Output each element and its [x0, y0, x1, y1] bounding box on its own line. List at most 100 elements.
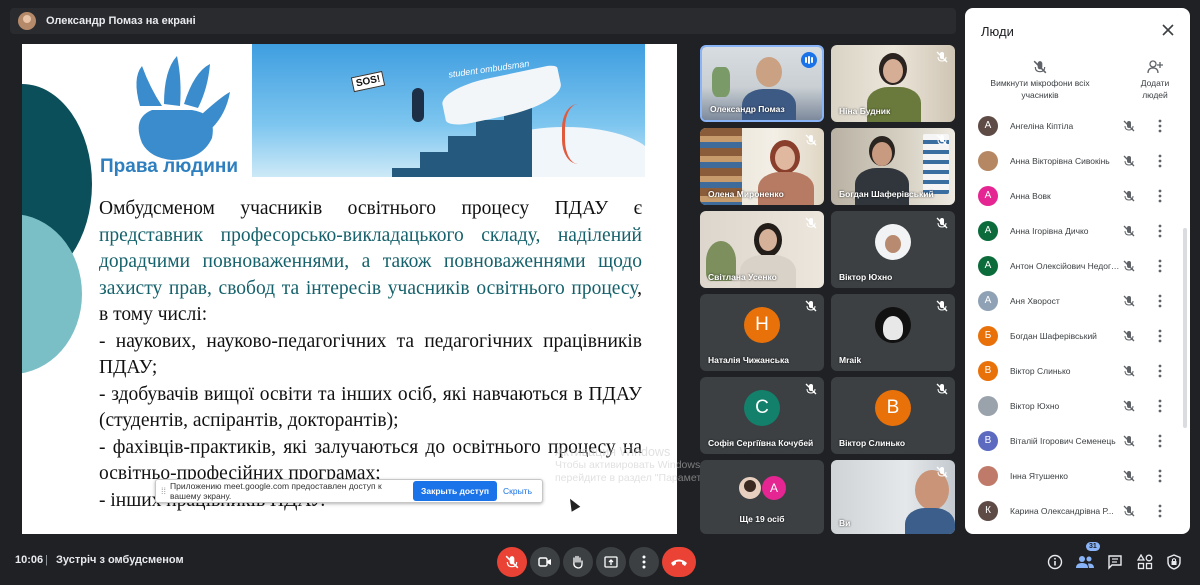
- stop-sharing-button[interactable]: Закрыть доступ: [413, 481, 497, 501]
- people-count-badge: 31: [1086, 542, 1100, 551]
- participant-list-item[interactable]: К Карина Олександрівна Р...: [965, 493, 1190, 528]
- more-vertical-icon[interactable]: [1155, 188, 1165, 204]
- participant-list-name: Віктор Юхно: [1010, 400, 1060, 411]
- meet-window: Олександр Помаз на екрані Права людини S…: [0, 0, 1200, 585]
- more-vertical-icon[interactable]: [1155, 468, 1165, 484]
- presenter-avatar: [18, 12, 36, 30]
- participant-list-item[interactable]: Анна Вікторівна Сивокінь: [965, 143, 1190, 178]
- participant-list-name: Ангеліна Кіптіла: [1010, 120, 1074, 131]
- participant-list-item[interactable]: А Анна Вовк: [965, 178, 1190, 213]
- scrollbar[interactable]: [1183, 228, 1187, 428]
- mic-off-icon: [805, 300, 817, 312]
- hand-icon: [573, 555, 583, 569]
- mic-off-icon: [1123, 155, 1135, 167]
- participant-list-item[interactable]: А Аня Хворост: [965, 283, 1190, 318]
- self-view-tile[interactable]: Ви: [831, 460, 955, 534]
- mic-off-icon: [1123, 505, 1135, 517]
- drag-handle-icon[interactable]: ⁞⁞: [156, 486, 166, 496]
- more-vertical-icon[interactable]: [1155, 118, 1165, 134]
- windows-activation-watermark: Активация Windows Чтобы активировать Win…: [555, 446, 721, 485]
- separator: |: [45, 554, 48, 566]
- presenter-bar: Олександр Помаз на екрані: [10, 8, 956, 34]
- banner-person: [412, 88, 424, 122]
- mic-off-icon: [1123, 365, 1135, 377]
- people-button[interactable]: [1075, 552, 1095, 572]
- participant-avatar: Н: [744, 306, 780, 343]
- more-vertical-icon[interactable]: [1155, 328, 1165, 344]
- more-participants-tile[interactable]: А Ще 19 осіб: [700, 460, 824, 534]
- participant-tile[interactable]: Світлана Усенко: [700, 211, 824, 288]
- info-icon: [1047, 554, 1063, 570]
- host-controls-button[interactable]: [1164, 552, 1184, 572]
- speaking-indicator-icon: [801, 52, 817, 68]
- screen-share-notification: ⁞⁞ Приложению meet.google.com предоставл…: [155, 479, 543, 503]
- mic-off-icon: [805, 383, 817, 395]
- chat-button[interactable]: [1105, 552, 1125, 572]
- participant-list-item[interactable]: Віктор Юхно: [965, 388, 1190, 423]
- participant-tile[interactable]: С Софія Сергіївна Кочубей: [700, 377, 824, 454]
- participant-list-name: Анна Вовк: [1010, 190, 1051, 201]
- participant-tile[interactable]: Віктор Юхно: [831, 211, 955, 288]
- participant-name: Наталія Чижанська: [708, 355, 789, 365]
- mute-all-button[interactable]: Вимкнути мікрофони всіх учасників: [977, 60, 1103, 101]
- participant-list-item[interactable]: Б Богдан Шаферівський: [965, 318, 1190, 353]
- present-screen-button[interactable]: [596, 547, 626, 577]
- participant-name: Ніна Будник: [839, 106, 891, 116]
- participant-body: [905, 508, 955, 534]
- clock: 10:06: [15, 554, 44, 566]
- mic-off-icon: [1123, 435, 1135, 447]
- participant-list-item[interactable]: Інна Ятушенко: [965, 458, 1190, 493]
- participant-list-name: Віктор Слинько: [1010, 365, 1071, 376]
- participant-list-item[interactable]: А Анна Ігорівна Дичко: [965, 213, 1190, 248]
- more-vertical-icon[interactable]: [1155, 433, 1165, 449]
- participant-avatar: С: [744, 389, 780, 426]
- more-options-button[interactable]: [629, 547, 659, 577]
- participant-tile[interactable]: Н Наталія Чижанська: [700, 294, 824, 371]
- participant-list-item[interactable]: В Віталій Ігорович Семенець: [965, 423, 1190, 458]
- hide-notification-link[interactable]: Скрыть: [503, 486, 532, 496]
- presenter-label: Олександр Помаз на екрані: [46, 15, 196, 27]
- watermark-line: Чтобы активировать Windows,: [555, 459, 704, 471]
- chat-icon: [1108, 555, 1122, 570]
- more-vertical-icon[interactable]: [1155, 363, 1165, 379]
- participant-name: Софія Сергіївна Кочубей: [708, 438, 814, 448]
- participant-face: [775, 146, 795, 170]
- participant-avatar: А: [978, 220, 998, 241]
- raise-hand-button[interactable]: [563, 547, 593, 577]
- more-vertical-icon[interactable]: [1155, 153, 1165, 169]
- mic-off-icon: [1123, 190, 1135, 202]
- mic-off-icon: [936, 466, 948, 478]
- participant-tile[interactable]: Богдан Шаферівський: [831, 128, 955, 205]
- participant-tile[interactable]: В Віктор Слинько: [831, 377, 955, 454]
- mic-off-icon: [805, 134, 817, 146]
- participant-avatar: В: [978, 430, 998, 451]
- leave-call-button[interactable]: [662, 547, 696, 577]
- participant-list-name: Віталій Ігорович Семенець: [1010, 435, 1116, 446]
- activities-button[interactable]: [1135, 552, 1155, 572]
- human-rights-hand-logo: [136, 56, 230, 160]
- more-vertical-icon[interactable]: [1155, 503, 1165, 519]
- participant-tile[interactable]: Mraik: [831, 294, 955, 371]
- participant-list-item[interactable]: А Антон Олексійович Недогон: [965, 248, 1190, 283]
- meeting-details-button[interactable]: [1045, 552, 1065, 572]
- more-vertical-icon[interactable]: [1155, 398, 1165, 414]
- participant-name: Олена Мироненко: [708, 189, 784, 199]
- participant-list-item[interactable]: В Віктор Слинько: [965, 353, 1190, 388]
- microphone-toggle-button[interactable]: [497, 547, 527, 577]
- mic-off-icon: [936, 383, 948, 395]
- close-icon[interactable]: [1160, 22, 1176, 38]
- participant-tile[interactable]: Олена Мироненко: [700, 128, 824, 205]
- participant-name: Ви: [839, 518, 851, 528]
- camera-toggle-button[interactable]: [530, 547, 560, 577]
- participant-avatar: [978, 395, 998, 416]
- present-icon: [604, 556, 618, 568]
- participant-tile[interactable]: Олександр Помаз: [700, 45, 824, 122]
- more-vertical-icon[interactable]: [1155, 293, 1165, 309]
- more-vertical-icon[interactable]: [1155, 223, 1165, 239]
- participant-list-item[interactable]: А Ангеліна Кіптіла: [965, 108, 1190, 143]
- mic-off-icon: [1123, 120, 1135, 132]
- more-vertical-icon[interactable]: [1155, 258, 1165, 274]
- add-people-button[interactable]: Додати людей: [1133, 60, 1177, 101]
- slide-paragraph: Омбудсменом учасників освітнього процесу…: [99, 196, 642, 329]
- participant-tile[interactable]: Ніна Будник: [831, 45, 955, 122]
